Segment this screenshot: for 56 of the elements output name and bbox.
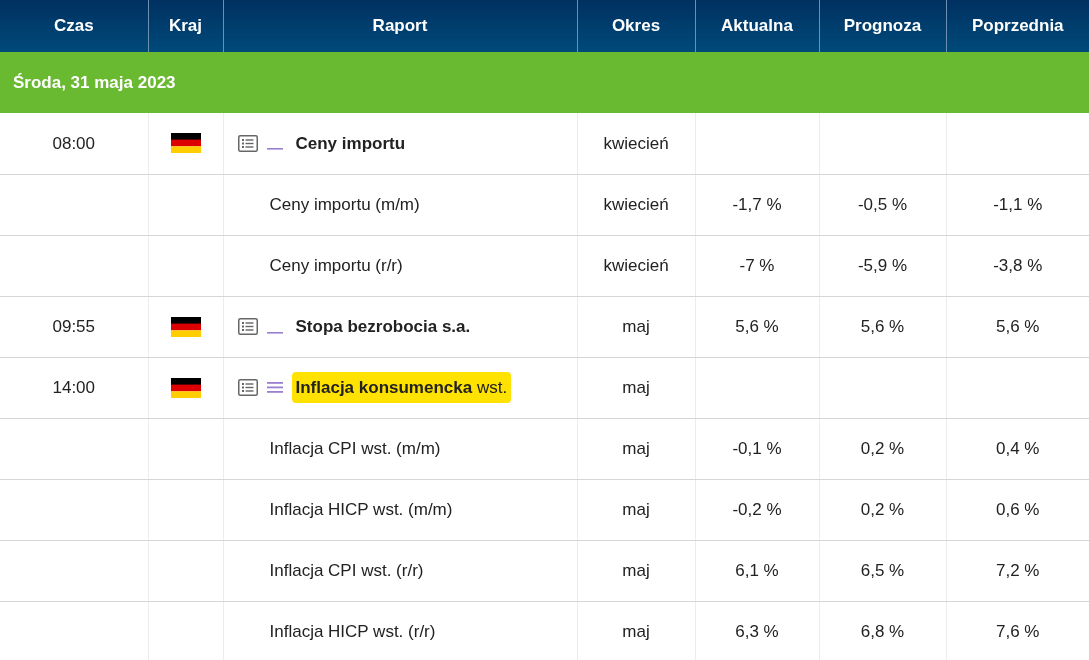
forecast-value: 5,6 % [860, 316, 905, 336]
column-header: Kraj [148, 0, 223, 52]
previous-value: 7,6 % [996, 621, 1040, 641]
flag-icon [170, 377, 201, 398]
actual-value: -7 % [739, 255, 775, 275]
forecast-value: 0,2 % [860, 499, 905, 519]
actual-value: 5,6 % [735, 316, 779, 336]
actual-value: 6,3 % [735, 621, 779, 641]
column-header: Okres [577, 0, 695, 52]
column-header: Raport [223, 0, 577, 52]
indicator-name: Inflacja CPI wst. (r/r) [268, 559, 424, 582]
period-value: maj [622, 316, 650, 336]
event-title: Inflacja konsumencka wst. [291, 371, 512, 404]
event-time: 08:00 [52, 133, 95, 153]
date-header: Środa, 31 maja 2023 [0, 52, 1089, 113]
period-value: maj [622, 377, 650, 397]
period-value: kwiecień [603, 194, 669, 214]
previous-value: -3,8 % [993, 255, 1043, 275]
flag-icon [170, 316, 201, 337]
actual-value: 6,1 % [735, 560, 779, 580]
details-list-icon[interactable] [237, 379, 258, 396]
column-header: Prognoza [819, 0, 946, 52]
flag-icon [170, 133, 201, 154]
indicator-name: Ceny importu (m/m) [268, 193, 420, 216]
actual-value: -0,1 % [732, 438, 782, 458]
previous-value: 5,6 % [996, 316, 1040, 336]
forecast-value: -5,9 % [857, 255, 908, 275]
details-list-icon[interactable] [237, 134, 258, 152]
period-value: maj [622, 499, 650, 519]
period-value: kwiecień [603, 255, 669, 275]
event-time: 09:55 [52, 316, 95, 336]
previous-value: 0,4 % [996, 438, 1040, 458]
indicator-name: Ceny importu (r/r) [268, 254, 403, 277]
event-title: Stopa bezrobocia s.a. [294, 315, 472, 338]
event-time: 14:00 [52, 377, 95, 397]
period-value: maj [622, 560, 650, 580]
column-header: Aktualna [695, 0, 819, 52]
column-header: Poprzednia [946, 0, 1089, 52]
indicator-name: Inflacja HICP wst. (m/m) [268, 498, 453, 521]
actual-value: -0,2 % [732, 499, 782, 519]
forecast-value: 0,2 % [860, 438, 905, 458]
period-value: kwiecień [603, 133, 669, 153]
forecast-value: 6,5 % [860, 560, 905, 580]
period-value: maj [622, 621, 650, 641]
period-value: maj [622, 438, 650, 458]
indicator-name: Inflacja HICP wst. (r/r) [268, 620, 436, 643]
previous-value: -1,1 % [993, 194, 1043, 214]
column-header: Czas [0, 0, 148, 52]
details-list-icon[interactable] [237, 318, 258, 335]
event-title: Ceny importu [294, 132, 407, 155]
previous-value: 7,2 % [996, 560, 1040, 580]
previous-value: 0,6 % [996, 499, 1040, 519]
forecast-value: 6,8 % [860, 621, 905, 641]
actual-value: -1,7 % [732, 194, 782, 214]
forecast-value: -0,5 % [857, 194, 908, 214]
indicator-name: Inflacja CPI wst. (m/m) [268, 437, 441, 460]
